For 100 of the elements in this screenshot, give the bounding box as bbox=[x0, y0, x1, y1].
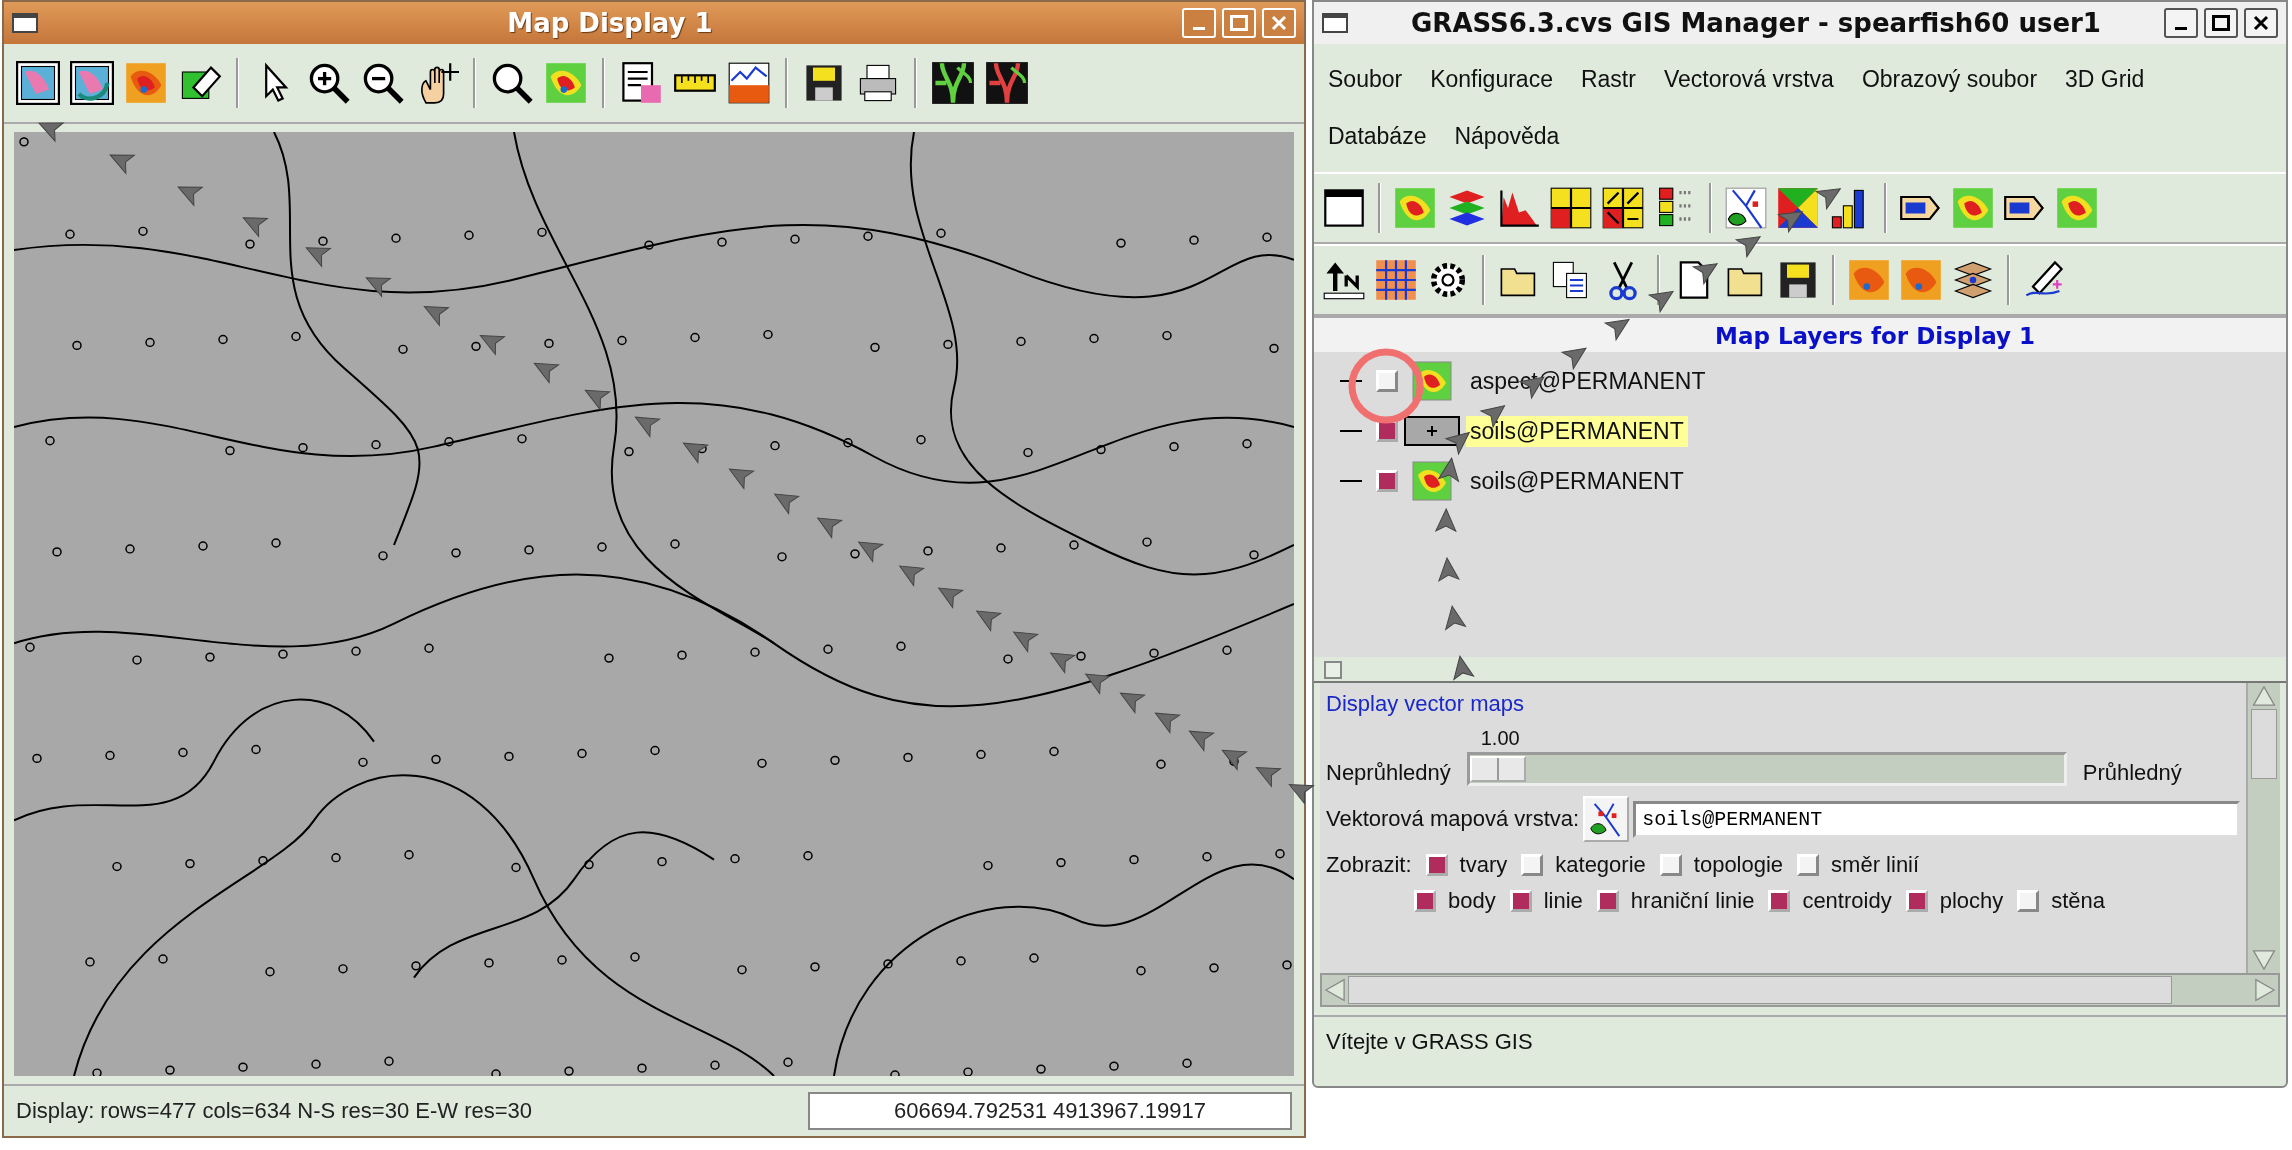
cursor-arrow-icon bbox=[729, 468, 755, 490]
scroll-right-arrow-icon[interactable] bbox=[2252, 977, 2278, 1003]
grid-icon[interactable] bbox=[1374, 258, 1418, 302]
option-label: body bbox=[1448, 888, 1496, 914]
menu-item[interactable]: 3D Grid bbox=[2065, 66, 2145, 93]
option-checkbox[interactable] bbox=[1905, 890, 1928, 912]
layer-checkbox[interactable] bbox=[1376, 470, 1398, 492]
menu-item[interactable]: Konfigurace bbox=[1430, 66, 1553, 93]
layer-name[interactable]: soils@PERMANENT bbox=[1466, 415, 1688, 447]
window-title: Map Display 1 bbox=[506, 8, 714, 38]
option-checkbox[interactable] bbox=[1509, 890, 1532, 912]
option-checkbox[interactable] bbox=[1797, 854, 1820, 876]
display-info-text: Display: rows=477 cols=634 N-S res=30 E-W res=30 bbox=[16, 1098, 532, 1124]
scroll-up-arrow-icon[interactable] bbox=[2251, 683, 2277, 709]
cursor-arrow-icon bbox=[817, 517, 843, 539]
text-map-icon[interactable] bbox=[2055, 186, 2099, 230]
zoom-back-icon[interactable] bbox=[490, 61, 534, 105]
panel-title: Display vector maps bbox=[1326, 691, 1526, 717]
close-icon bbox=[2251, 13, 2271, 33]
menu-item[interactable]: Rastr bbox=[1580, 66, 1636, 93]
close-button[interactable] bbox=[2244, 8, 2278, 38]
cursor-arrow-icon bbox=[1692, 263, 1718, 285]
cursor-arrow-icon bbox=[774, 493, 800, 515]
raster-map-icon[interactable] bbox=[124, 61, 168, 105]
terrain-icon[interactable] bbox=[1847, 258, 1891, 302]
cursor-arrow-icon bbox=[1648, 290, 1674, 313]
opacity-slider[interactable] bbox=[1466, 752, 2067, 786]
text-map-icon[interactable] bbox=[1951, 186, 1995, 230]
raster-map-icon[interactable] bbox=[1393, 186, 1437, 230]
scroll-left-arrow-icon[interactable] bbox=[1322, 977, 1348, 1003]
cursor-arrow-icon bbox=[1050, 652, 1076, 674]
cursor-arrow-icon bbox=[533, 362, 559, 383]
cursor-arrow-icon bbox=[1085, 673, 1111, 695]
cursor-arrow-icon bbox=[938, 587, 964, 609]
layer-checkbox[interactable] bbox=[1376, 370, 1398, 392]
vector-map-icon[interactable] bbox=[1724, 186, 1768, 230]
option-checkbox[interactable] bbox=[1596, 890, 1619, 912]
option-checkbox[interactable] bbox=[1414, 890, 1436, 912]
zoom-region-icon[interactable] bbox=[544, 61, 588, 105]
scroll-down-arrow-icon[interactable] bbox=[2251, 947, 2277, 973]
query-icon[interactable] bbox=[619, 61, 663, 105]
sash-handle[interactable] bbox=[1324, 661, 1342, 679]
window-menu-icon[interactable] bbox=[1322, 13, 1348, 33]
network-map-icon[interactable] bbox=[931, 61, 975, 105]
network-map-icon[interactable] bbox=[985, 61, 1029, 105]
layer-name[interactable]: aspect@PERMANENT bbox=[1466, 365, 1710, 397]
menu-item[interactable]: Soubor bbox=[1328, 66, 1403, 93]
display-label: Zobrazit: bbox=[1326, 852, 1412, 878]
option-checkbox[interactable] bbox=[1425, 854, 1448, 876]
zoom-out-icon[interactable] bbox=[361, 61, 405, 105]
window-title: GRASS6.3.cvs GIS Manager - spearfish60 user1 bbox=[1410, 8, 2102, 38]
opacity-min-label: Neprůhledný bbox=[1326, 760, 1451, 786]
select-map-button[interactable] bbox=[1583, 796, 1630, 842]
layer-name[interactable]: soils@PERMANENT bbox=[1466, 465, 1688, 497]
option-label: stěna bbox=[2051, 888, 2106, 914]
cursor-arrow-icon bbox=[305, 247, 331, 267]
cursor-arrow-icon bbox=[1221, 749, 1247, 770]
option-label: tvary bbox=[1459, 852, 1508, 878]
new-window-icon[interactable] bbox=[1322, 186, 1366, 230]
minimize-button[interactable] bbox=[2164, 8, 2198, 38]
cursor-arrow-icon bbox=[1445, 431, 1470, 455]
profile-icon[interactable] bbox=[727, 61, 771, 105]
map-drawing[interactable] bbox=[14, 132, 1294, 1076]
cell-values-icon[interactable] bbox=[1549, 186, 1593, 230]
vector-map-field[interactable]: soils@PERMANENT bbox=[1633, 800, 2240, 838]
menu-item[interactable]: Vectorová vrstva bbox=[1663, 66, 1834, 93]
terrain-path-icon[interactable] bbox=[1899, 258, 1943, 302]
slider-thumb[interactable] bbox=[1469, 756, 1526, 782]
option-checkbox[interactable] bbox=[1768, 890, 1791, 912]
redraw-map-icon[interactable] bbox=[70, 61, 114, 105]
vector-layer-icon bbox=[1404, 416, 1460, 446]
vertical-scrollbar[interactable] bbox=[2246, 683, 2280, 973]
option-label: hraniční linie bbox=[1630, 888, 1755, 914]
scrollbar-thumb[interactable] bbox=[2251, 709, 2277, 779]
option-label: centroidy bbox=[1802, 888, 1892, 914]
opacity-reading: 1.00 bbox=[1480, 727, 1520, 750]
menu-item[interactable]: Databáze bbox=[1328, 123, 1427, 150]
menu-item[interactable]: Nápověda bbox=[1454, 123, 1560, 150]
cursor-arrow-icon bbox=[365, 277, 391, 297]
option-checkbox[interactable] bbox=[2017, 890, 2040, 912]
arrow-grid-icon[interactable] bbox=[1601, 186, 1645, 230]
maximize-button[interactable] bbox=[2204, 8, 2238, 38]
cursor-arrow-icon bbox=[899, 565, 925, 587]
layer-tree-header: Map Layers for Display 1 bbox=[1314, 316, 2286, 352]
opacity-max-label: Průhledný bbox=[2082, 760, 2182, 786]
zoom-in-icon[interactable] bbox=[307, 61, 351, 105]
close-icon bbox=[1269, 13, 1289, 33]
status-text: Vítejte v GRASS GIS bbox=[1326, 1029, 1533, 1055]
option-label: plochy bbox=[1939, 888, 2004, 914]
map-display-icon[interactable] bbox=[16, 61, 60, 105]
window-menu-icon[interactable] bbox=[12, 13, 38, 33]
option-checkbox[interactable] bbox=[1659, 854, 1682, 876]
cursor-arrow-icon bbox=[1155, 712, 1181, 734]
cursor-arrow-icon bbox=[109, 154, 135, 174]
menu-item[interactable]: Obrazový soubor bbox=[1861, 66, 2038, 93]
horizontal-scrollbar[interactable] bbox=[1320, 973, 2280, 1007]
option-label: topologie bbox=[1693, 852, 1784, 878]
option-checkbox[interactable] bbox=[1521, 854, 1544, 876]
cursor-arrow-icon bbox=[38, 122, 64, 142]
cursor-arrow-icon bbox=[584, 389, 610, 410]
